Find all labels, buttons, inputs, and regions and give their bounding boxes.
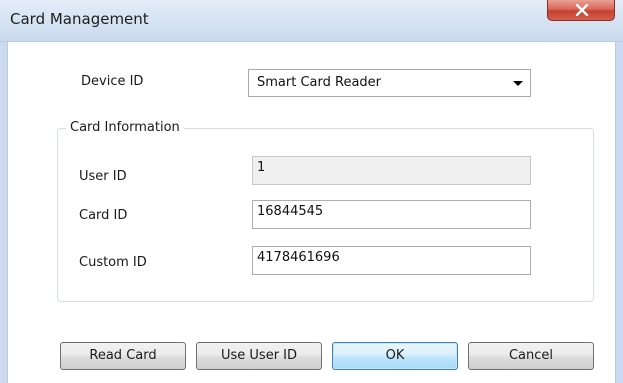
close-icon xyxy=(575,4,589,16)
card-id-value: 16844545 xyxy=(257,204,324,219)
user-id-value: 1 xyxy=(257,160,266,175)
cancel-button[interactable]: Cancel xyxy=(468,342,594,370)
title-bar[interactable]: Card Management xyxy=(0,0,623,42)
ok-button[interactable]: OK xyxy=(332,342,458,370)
custom-id-label: Custom ID xyxy=(79,255,147,270)
user-id-field: 1 xyxy=(252,156,531,185)
device-id-select[interactable]: Smart Card Reader xyxy=(248,69,531,97)
read-card-button[interactable]: Read Card xyxy=(60,342,186,370)
device-id-label: Device ID xyxy=(81,74,144,89)
chevron-down-icon[interactable] xyxy=(513,81,523,86)
card-id-field[interactable]: 16844545 xyxy=(252,200,531,229)
dialog-body: Device ID Smart Card Reader Card Informa… xyxy=(8,42,615,383)
window-frame-left xyxy=(0,42,8,383)
card-information-group-label: Card Information xyxy=(66,120,184,135)
close-button[interactable] xyxy=(547,0,615,21)
user-id-label: User ID xyxy=(79,169,127,184)
window-frame-right xyxy=(615,42,623,383)
window-title: Card Management xyxy=(10,10,149,28)
card-management-dialog: Card Management Device ID Smart Card Rea… xyxy=(0,0,623,383)
use-user-id-button[interactable]: Use User ID xyxy=(196,342,322,370)
custom-id-value: 4178461696 xyxy=(257,250,340,265)
device-id-selected-value: Smart Card Reader xyxy=(257,75,382,90)
custom-id-field[interactable]: 4178461696 xyxy=(252,246,531,275)
card-id-label: Card ID xyxy=(79,208,128,223)
